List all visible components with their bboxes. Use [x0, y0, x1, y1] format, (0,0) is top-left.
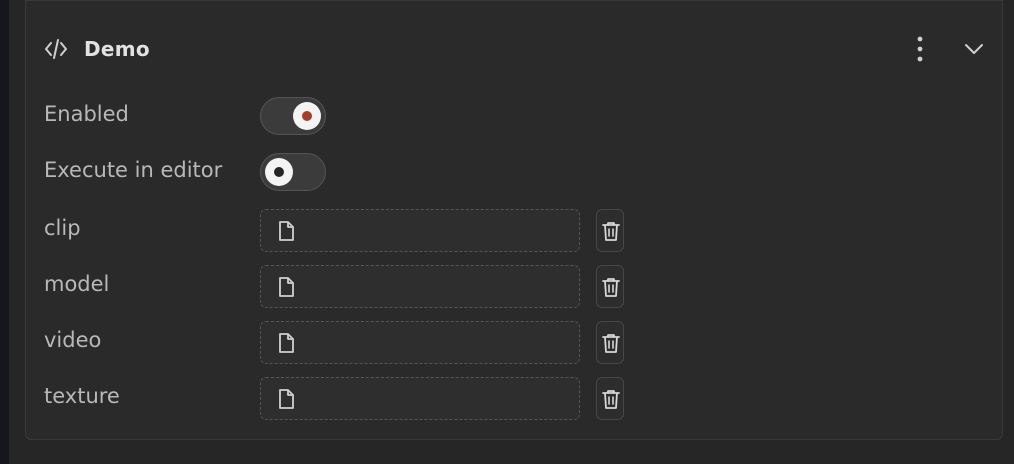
model-label: model — [44, 272, 110, 296]
toggle-indicator — [302, 111, 312, 121]
toggle-indicator — [274, 167, 284, 177]
file-icon — [279, 221, 294, 241]
more-vertical-icon[interactable] — [910, 33, 930, 65]
video-delete-button[interactable] — [596, 321, 624, 364]
model-file-field[interactable] — [260, 265, 580, 308]
clip-delete-button[interactable] — [596, 209, 624, 252]
divider — [25, 0, 1003, 1]
texture-label: texture — [44, 384, 120, 408]
trash-icon — [602, 334, 620, 353]
file-icon — [279, 333, 294, 353]
clip-file-field[interactable] — [260, 209, 580, 252]
trash-icon — [602, 390, 620, 409]
component-header: Demo — [44, 33, 984, 65]
inspector-panel: Demo Enabled Execute in editor clip mode… — [0, 0, 1014, 464]
code-icon — [45, 39, 67, 59]
trash-icon — [602, 222, 620, 241]
video-file-field[interactable] — [260, 321, 580, 364]
execute-in-editor-toggle[interactable] — [260, 153, 326, 191]
toggle-knob — [265, 158, 293, 186]
texture-file-field[interactable] — [260, 377, 580, 420]
enabled-toggle[interactable] — [260, 97, 326, 135]
enabled-label: Enabled — [44, 102, 129, 126]
toggle-knob — [293, 102, 321, 130]
chevron-down-icon[interactable] — [962, 37, 986, 61]
component-title: Demo — [84, 37, 150, 61]
video-label: video — [44, 328, 102, 352]
file-icon — [279, 277, 294, 297]
file-icon — [279, 389, 294, 409]
window-edge — [0, 0, 9, 464]
execute-in-editor-label: Execute in editor — [44, 158, 223, 182]
texture-delete-button[interactable] — [596, 377, 624, 420]
trash-icon — [602, 278, 620, 297]
model-delete-button[interactable] — [596, 265, 624, 308]
clip-label: clip — [44, 216, 81, 240]
